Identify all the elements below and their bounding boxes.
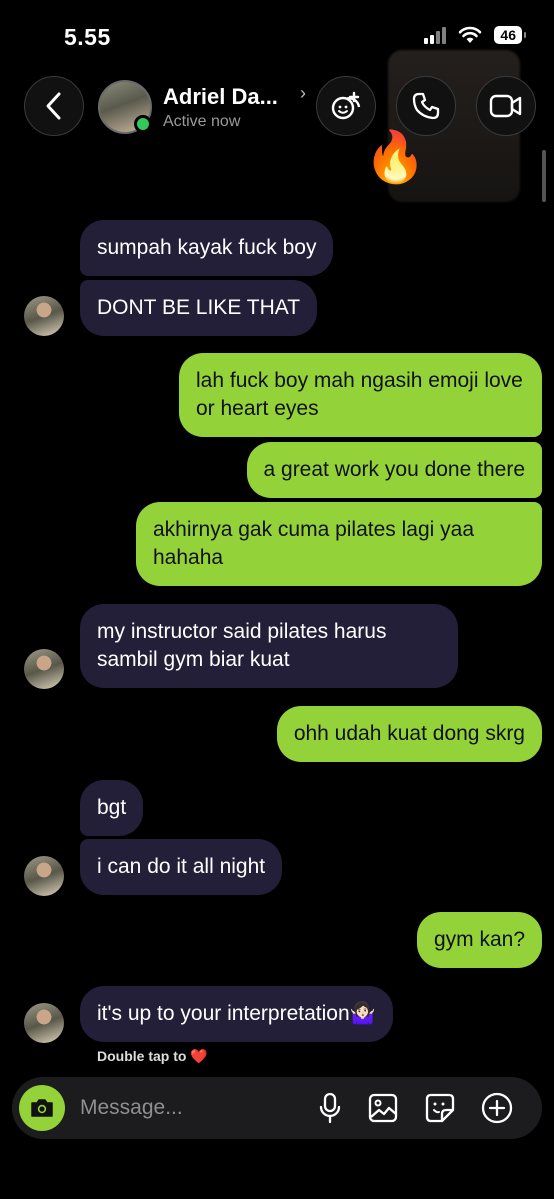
double-tap-hint: Double tap to ❤️ [97,1048,208,1064]
plus-button[interactable] [481,1092,513,1124]
contact-avatar-small[interactable] [24,296,64,336]
gallery-button[interactable] [367,1092,399,1124]
wifi-icon [459,26,482,43]
gallery-icon [368,1093,398,1123]
microphone-button[interactable] [314,1092,346,1124]
fire-emoji: 🔥 [364,129,427,185]
message-received[interactable]: it's up to your interpretation🤷🏻‍♀️ [80,986,393,1042]
phone-icon [412,92,440,120]
contact-avatar-small[interactable] [24,856,64,896]
plus-icon [481,1092,513,1124]
signal-icon [424,26,447,44]
contact-name[interactable]: Adriel Da... [163,84,278,110]
back-arrow-icon [46,92,61,120]
camera-icon [31,1099,53,1117]
voice-call-button[interactable] [396,76,456,136]
contact-status: Active now [163,113,241,130]
scrollbar[interactable] [542,150,546,202]
message-input[interactable] [80,1090,300,1126]
message-received[interactable]: my instructor said pilates harus sambil … [80,604,458,688]
message-sent[interactable]: ohh udah kuat dong skrg [276,706,542,762]
microphone-icon [319,1092,341,1124]
message-sent[interactable]: gym kan? [416,912,542,968]
video-camera-icon [489,94,522,118]
message-received[interactable]: sumpah kayak fuck boy [80,220,334,276]
effects-icon [331,91,361,120]
message-received[interactable]: DONT BE LIKE THAT [80,280,318,336]
sticker-button[interactable] [424,1092,456,1124]
status-icons: 46 [424,26,526,44]
status-time: 5.55 [64,24,111,50]
video-call-button[interactable] [476,76,536,136]
message-received[interactable]: i can do it all night [80,839,283,895]
message-sent[interactable]: a great work you done there [246,442,542,498]
online-indicator [134,115,152,133]
chevron-right-icon[interactable]: › [300,83,306,104]
battery-icon: 46 [494,26,526,44]
sticker-icon [425,1093,455,1123]
contact-avatar-small[interactable] [24,1003,64,1043]
back-button[interactable] [24,76,84,136]
message-received[interactable]: bgt [80,780,144,836]
camera-button[interactable] [19,1085,65,1131]
effects-button[interactable] [316,76,376,136]
message-sent[interactable]: lah fuck boy mah ngasih emoji love or he… [179,353,542,437]
contact-avatar-small[interactable] [24,649,64,689]
message-sent[interactable]: akhirnya gak cuma pilates lagi yaa hahah… [136,502,542,586]
